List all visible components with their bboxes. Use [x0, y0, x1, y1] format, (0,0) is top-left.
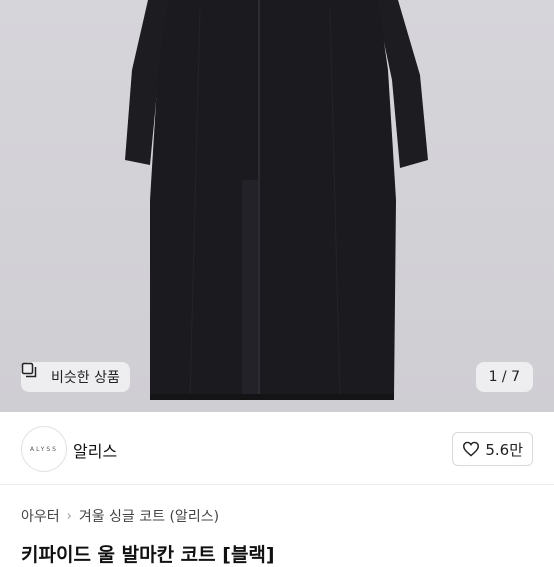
- breadcrumb-subcategory[interactable]: 겨울 싱글 코트 (알리스): [79, 506, 219, 526]
- image-counter-text: 1 / 7: [488, 369, 520, 385]
- coat-photo: [125, 0, 428, 400]
- like-count: 5.6만: [485, 440, 523, 459]
- image-counter: 1 / 7: [475, 362, 533, 392]
- seller-avatar[interactable]: ALYSS: [21, 426, 67, 472]
- heart-icon: [463, 441, 480, 457]
- seller-logo-text: ALYSS: [30, 445, 58, 453]
- similar-items-icon: [21, 362, 45, 385]
- similar-items-button[interactable]: 비슷한 상품: [21, 362, 130, 392]
- like-button[interactable]: 5.6만: [452, 432, 533, 466]
- seller-name[interactable]: 알리스: [73, 438, 117, 462]
- similar-items-label: 비슷한 상품: [51, 370, 120, 386]
- product-image[interactable]: 비슷한 상품 1 / 7: [0, 0, 554, 412]
- seller-row[interactable]: ALYSS 알리스 5.6만: [0, 412, 554, 485]
- breadcrumb-category[interactable]: 아우터: [21, 506, 60, 526]
- chevron-right-icon: ›: [66, 508, 72, 524]
- breadcrumb: 아우터 › 겨울 싱글 코트 (알리스): [21, 506, 219, 526]
